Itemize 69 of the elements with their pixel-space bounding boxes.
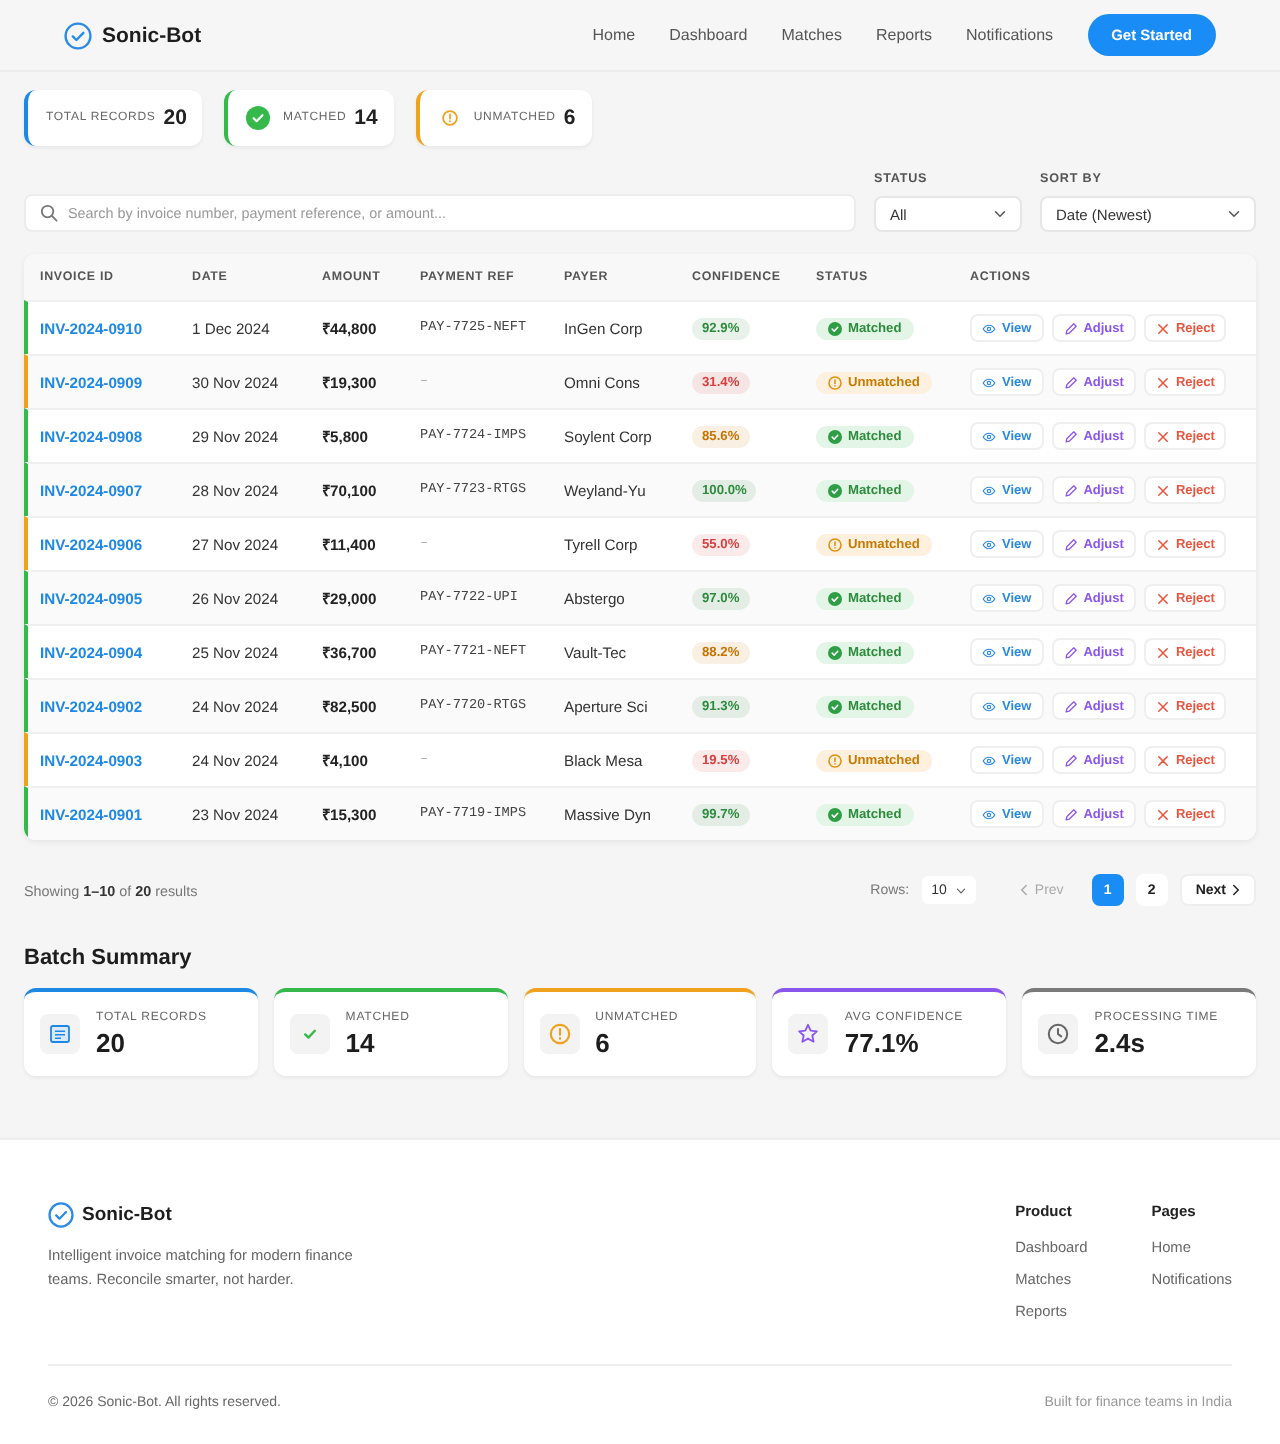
- pencil-icon: [1063, 807, 1078, 821]
- close-icon: [1155, 429, 1170, 443]
- eye-icon: [982, 537, 996, 551]
- search-icon: [40, 204, 58, 222]
- clock-icon: [1038, 1014, 1079, 1054]
- brand-name: Sonic-Bot: [102, 23, 202, 47]
- logo-check-circle-icon: [48, 1202, 74, 1228]
- check-circle-icon: [828, 429, 842, 443]
- stat-value: 14: [354, 106, 378, 130]
- check-circle-icon: [828, 699, 842, 713]
- check-circle-icon: [828, 591, 842, 605]
- eye-icon: [982, 591, 996, 605]
- close-icon: [1155, 807, 1170, 821]
- pencil-icon: [1063, 321, 1078, 335]
- close-icon: [1155, 321, 1170, 335]
- alert-circle-icon: [828, 537, 842, 551]
- check-circle-icon: [828, 483, 842, 497]
- pencil-icon: [1063, 645, 1078, 659]
- check-circle-icon: [828, 645, 842, 659]
- close-icon: [1155, 537, 1170, 551]
- pencil-icon: [1063, 375, 1078, 389]
- summary-value: 14: [345, 1027, 377, 1057]
- pencil-icon: [1063, 537, 1078, 551]
- footer-brand-name: Sonic-Bot: [82, 1204, 172, 1226]
- chevron-right-icon: [1232, 884, 1240, 896]
- summary-value: 20: [96, 1027, 127, 1057]
- check-circle-icon: [828, 321, 842, 335]
- eye-icon: [982, 753, 996, 767]
- close-icon: [1155, 483, 1170, 497]
- close-icon: [1155, 375, 1170, 389]
- eye-icon: [982, 429, 996, 443]
- pencil-icon: [1063, 591, 1078, 605]
- stat-value: 20: [163, 106, 187, 130]
- logo-check-circle-icon: [64, 21, 92, 49]
- section-title: Batch Summary: [24, 946, 194, 972]
- summary-value: 2.4s: [1094, 1027, 1147, 1057]
- nav-link[interactable]: Matches: [781, 26, 842, 44]
- chevron-down-icon: [956, 887, 967, 893]
- close-icon: [1155, 645, 1170, 659]
- check-icon: [289, 1014, 330, 1054]
- chevron-down-icon: [1228, 210, 1240, 218]
- nav-link[interactable]: Dashboard: [669, 26, 748, 44]
- summary-value: 77.1%: [844, 1027, 921, 1057]
- alert-circle-icon: [828, 753, 842, 767]
- pencil-icon: [1063, 483, 1078, 497]
- eye-icon: [982, 699, 996, 713]
- close-icon: [1155, 753, 1170, 767]
- eye-icon: [982, 375, 996, 389]
- eye-icon: [982, 321, 996, 335]
- stat-value: 6: [563, 106, 576, 130]
- chevron-left-icon: [1020, 884, 1029, 896]
- check-circle-icon: [246, 106, 271, 130]
- alert-circle-icon: [828, 375, 842, 389]
- pencil-icon: [1063, 429, 1078, 443]
- eye-icon: [982, 645, 996, 659]
- alert-circle-icon: [441, 110, 458, 126]
- pencil-icon: [1063, 753, 1078, 767]
- chevron-down-icon: [994, 210, 1006, 218]
- pencil-icon: [1063, 699, 1078, 713]
- eye-icon: [982, 483, 996, 497]
- nav-link[interactable]: Home: [592, 26, 636, 44]
- check-circle-icon: [828, 807, 842, 821]
- close-icon: [1155, 699, 1170, 713]
- close-icon: [1155, 591, 1170, 605]
- eye-icon: [982, 807, 996, 821]
- nav-link[interactable]: Reports: [875, 26, 932, 44]
- summary-value: 6: [595, 1027, 612, 1057]
- document-icon: [40, 1014, 80, 1054]
- nav-link[interactable]: Notifications: [965, 26, 1054, 44]
